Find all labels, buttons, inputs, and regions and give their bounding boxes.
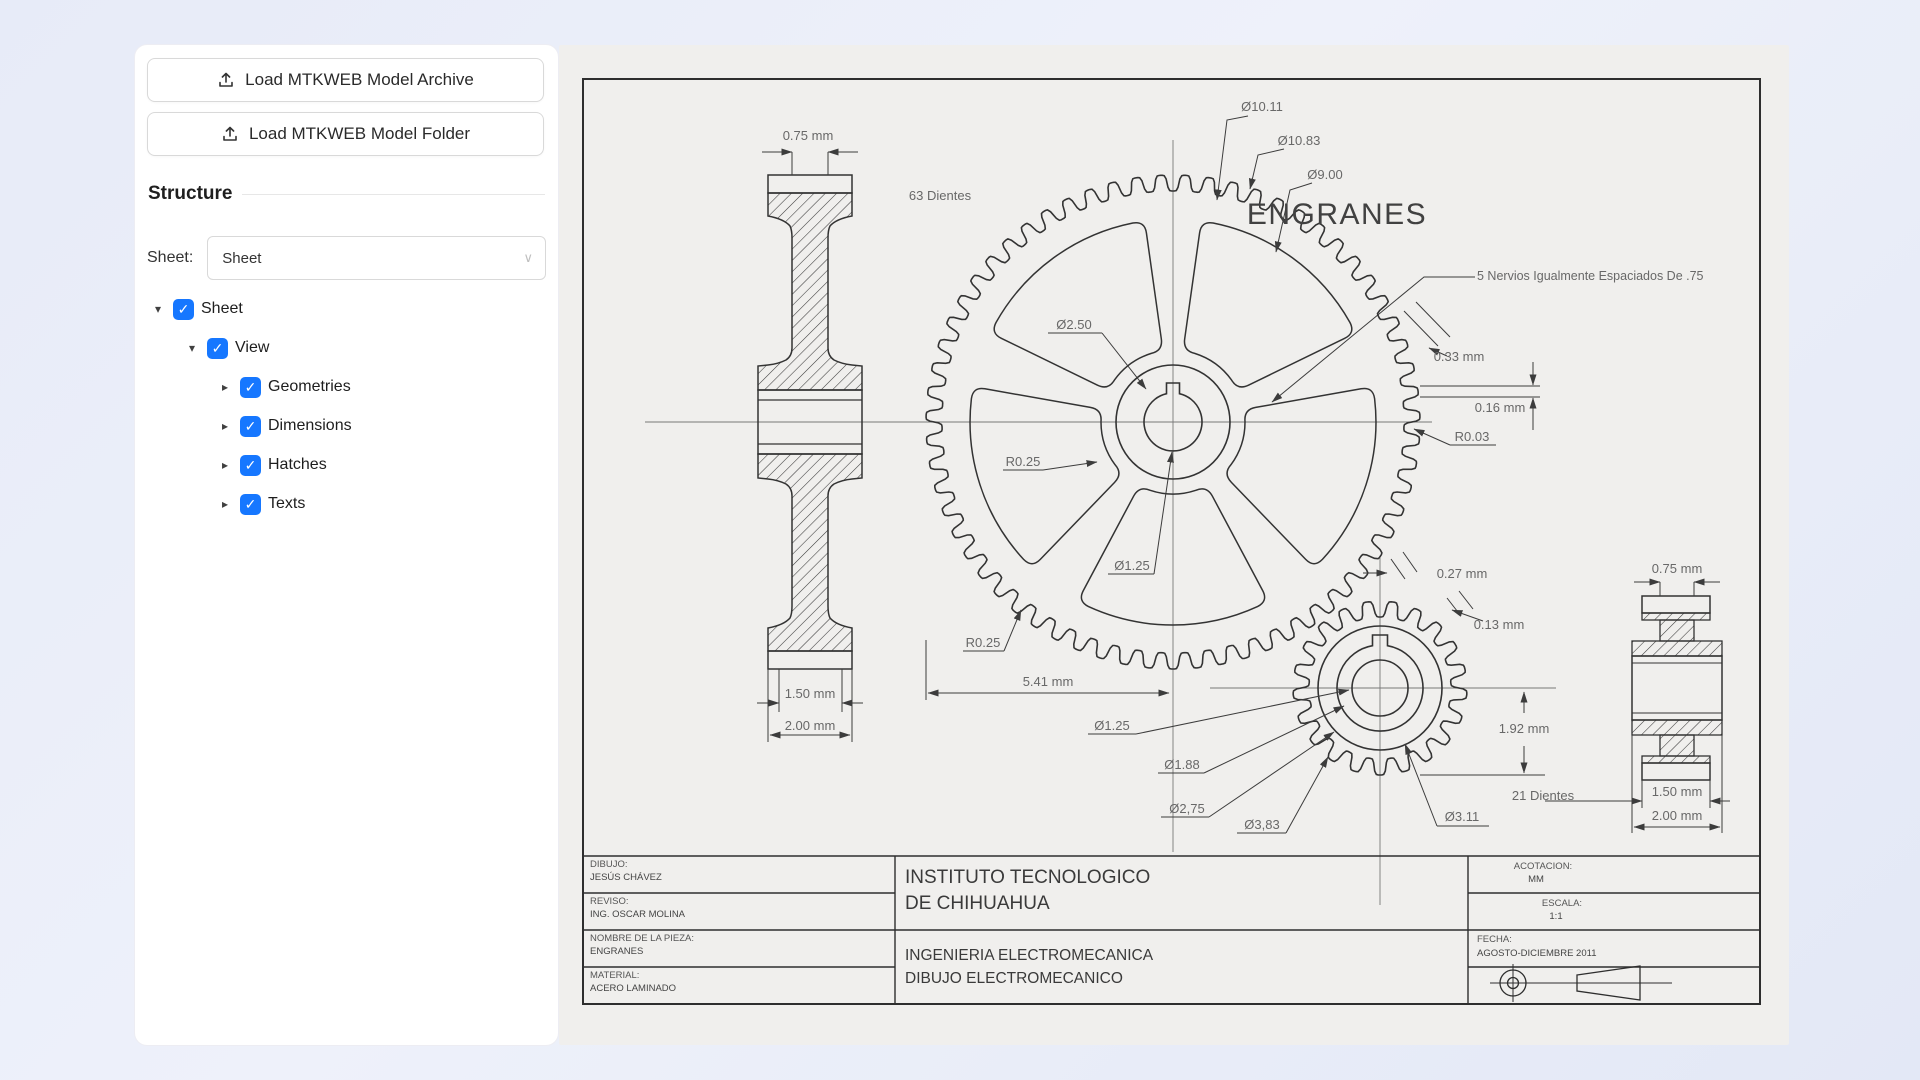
small-gear-section-view — [1632, 596, 1722, 780]
tb-dibujo-label: DIBUJO: — [590, 859, 627, 870]
tree-label-view: View — [235, 339, 269, 357]
sheet-select-value: Sheet — [222, 250, 523, 267]
upload-icon — [221, 125, 239, 143]
upload-icon — [217, 71, 235, 89]
dim-label: 1.92 mm — [1499, 721, 1550, 736]
dimension-lines — [757, 116, 1730, 833]
dim-label: 0.75 mm — [783, 128, 834, 143]
dim-label: Ø1.25 — [1094, 718, 1129, 733]
caret-right-icon[interactable]: ▸ — [218, 380, 232, 394]
load-folder-button[interactable]: Load MTKWEB Model Folder — [147, 112, 544, 156]
caret-down-icon[interactable]: ▾ — [185, 341, 199, 355]
tb-pieza-label: NOMBRE DE LA PIEZA: — [590, 933, 694, 944]
tree-item-dimensions[interactable]: ▸ ✓ Dimensions — [218, 407, 352, 445]
dim-label: R0.25 — [1006, 454, 1041, 469]
load-archive-button[interactable]: Load MTKWEB Model Archive — [147, 58, 544, 102]
sheet-label: Sheet: — [147, 249, 193, 267]
tb-escala-value: 1:1 — [1549, 911, 1562, 922]
dim-label: 2.00 mm — [785, 718, 836, 733]
title-block: DIBUJO: JESÚS CHÁVEZ REVISO: ING. OSCAR … — [583, 856, 1760, 1004]
dim-label: Ø3.11 — [1445, 809, 1479, 824]
chevron-down-icon: ∨ — [523, 250, 533, 266]
tree-label-dimensions: Dimensions — [268, 417, 352, 435]
tb-pieza-value: ENGRANES — [590, 946, 643, 957]
tb-program-line2: DIBUJO ELECTROMECANICO — [905, 970, 1123, 987]
tb-acotacion-value: MM — [1528, 874, 1544, 885]
tb-fecha-value: AGOSTO-DICIEMBRE 2011 — [1477, 948, 1597, 959]
tb-dibujo-value: JESÚS CHÁVEZ — [590, 872, 662, 883]
divider — [242, 194, 545, 195]
dim-label: 0.13 mm — [1474, 617, 1525, 632]
tb-institute-line1: INSTITUTO TECNOLOGICO — [905, 867, 1150, 888]
caret-right-icon[interactable]: ▸ — [218, 419, 232, 433]
tb-escala-label: ESCALA: — [1542, 898, 1582, 909]
centerlines — [645, 140, 1556, 905]
tree-label-hatches: Hatches — [268, 456, 327, 474]
dim-label: Ø1.88 — [1164, 757, 1199, 772]
caret-right-icon[interactable]: ▸ — [218, 497, 232, 511]
dim-label: 5.41 mm — [1023, 674, 1074, 689]
dim-label: 1.50 mm — [785, 686, 836, 701]
load-folder-label: Load MTKWEB Model Folder — [249, 124, 470, 144]
structure-heading: Structure — [148, 183, 232, 205]
tree-label-geometries: Geometries — [268, 378, 351, 396]
tb-acotacion-label: ACOTACION: — [1514, 861, 1572, 872]
dim-label: Ø3,83 — [1244, 817, 1279, 832]
checkbox-view[interactable]: ✓ — [207, 338, 228, 359]
small-gear-teeth-count: 21 Dientes — [1512, 788, 1575, 803]
dimension-labels: 0.75 mm 63 Dientes Ø10.11 Ø10.83 Ø9.00 E… — [783, 99, 1704, 832]
dim-label: Ø2,75 — [1169, 801, 1204, 816]
tree-item-sheet[interactable]: ▾ ✓ Sheet — [151, 290, 243, 328]
sheet-frame — [583, 79, 1760, 1004]
drawing-viewport[interactable]: 0.75 mm 63 Dientes Ø10.11 Ø10.83 Ø9.00 E… — [559, 45, 1789, 1045]
spoke-cutout — [994, 223, 1161, 387]
checkbox-sheet[interactable]: ✓ — [173, 299, 194, 320]
tree-item-geometries[interactable]: ▸ ✓ Geometries — [218, 368, 351, 406]
tb-material-value: ACERO LAMINADO — [590, 983, 676, 994]
projection-symbol-icon — [1490, 964, 1672, 1002]
dim-label: R0.03 — [1455, 429, 1490, 444]
large-gear-teeth-count: 63 Dientes — [909, 188, 972, 203]
spoke-cutout — [1184, 223, 1351, 387]
drawing-canvas: 0.75 mm 63 Dientes Ø10.11 Ø10.83 Ø9.00 E… — [559, 45, 1789, 1045]
dim-label: Ø2.50 — [1056, 317, 1091, 332]
tree-item-view[interactable]: ▾ ✓ View — [185, 329, 269, 367]
dim-label: 0.16 mm — [1475, 400, 1526, 415]
dim-label: 2.00 mm — [1652, 808, 1703, 823]
sheet-select[interactable]: Sheet ∨ — [207, 236, 546, 280]
caret-down-icon[interactable]: ▾ — [151, 302, 165, 316]
dim-label: Ø10.11 — [1241, 99, 1283, 114]
spoke-cutout — [970, 388, 1119, 563]
dim-label: 0.75 mm — [1652, 561, 1703, 576]
checkbox-geometries[interactable]: ✓ — [240, 377, 261, 398]
drawing-title: ENGRANES — [1247, 198, 1427, 231]
tree-item-hatches[interactable]: ▸ ✓ Hatches — [218, 446, 327, 484]
tb-reviso-value: ING. OSCAR MOLINA — [590, 909, 686, 920]
nervios-note: 5 Nervios Igualmente Espaciados De .75 — [1477, 269, 1704, 283]
dim-label: Ø9.00 — [1307, 167, 1342, 182]
tb-program-line1: INGENIERIA ELECTROMECANICA — [905, 947, 1154, 964]
dim-label: R0.25 — [966, 635, 1001, 650]
tb-reviso-label: REVISO: — [590, 896, 629, 907]
tb-material-label: MATERIAL: — [590, 970, 639, 981]
checkbox-hatches[interactable]: ✓ — [240, 455, 261, 476]
dim-label: Ø1.25 — [1114, 558, 1149, 573]
load-archive-label: Load MTKWEB Model Archive — [245, 70, 474, 90]
dim-label: Ø10.83 — [1278, 133, 1321, 148]
structure-header: Structure — [148, 183, 545, 205]
dim-label: 0.33 mm — [1434, 349, 1485, 364]
tree-label-texts: Texts — [268, 495, 305, 513]
sidebar-panel: Load MTKWEB Model Archive Load MTKWEB Mo… — [135, 45, 558, 1045]
tb-fecha-label: FECHA: — [1477, 934, 1512, 945]
dim-label: 1.50 mm — [1652, 784, 1703, 799]
tree-label-sheet: Sheet — [201, 300, 243, 318]
tree-item-texts[interactable]: ▸ ✓ Texts — [218, 485, 305, 523]
checkbox-texts[interactable]: ✓ — [240, 494, 261, 515]
dim-label: 0.27 mm — [1437, 566, 1488, 581]
spoke-cutout — [1227, 388, 1376, 563]
caret-right-icon[interactable]: ▸ — [218, 458, 232, 472]
tb-institute-line2: DE CHIHUAHUA — [905, 893, 1050, 914]
sheet-selector-row: Sheet: Sheet ∨ — [147, 237, 546, 279]
checkbox-dimensions[interactable]: ✓ — [240, 416, 261, 437]
